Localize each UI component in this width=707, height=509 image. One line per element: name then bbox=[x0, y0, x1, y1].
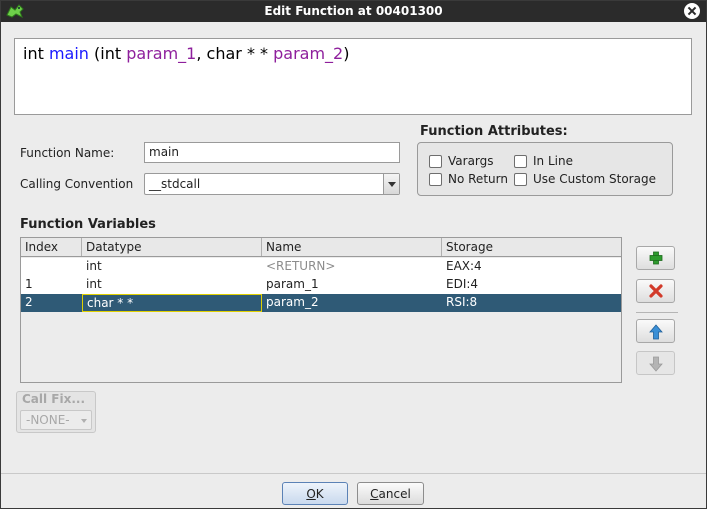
move-down-button[interactable] bbox=[636, 351, 675, 375]
cell-index: 1 bbox=[25, 277, 33, 291]
cell-datatype[interactable]: int bbox=[82, 258, 262, 276]
function-name-label: Function Name: bbox=[20, 146, 115, 160]
varargs-checkbox[interactable]: Varargs bbox=[429, 154, 494, 168]
edit-function-dialog: Edit Function at 00401300 int main (int … bbox=[0, 0, 707, 509]
call-fixup-title: Call Fix... bbox=[22, 392, 86, 406]
cell-storage: RSI:8 bbox=[446, 295, 478, 309]
no-return-checkbox-box[interactable] bbox=[429, 172, 442, 186]
signature-close-paren: ) bbox=[343, 44, 350, 63]
table-row[interactable]: int <RETURN> EAX:4 bbox=[21, 258, 621, 276]
button-separator bbox=[636, 312, 678, 313]
inline-checkbox-box[interactable] bbox=[514, 154, 527, 168]
inline-checkbox[interactable]: In Line bbox=[514, 154, 573, 168]
signature-editor[interactable]: int main (int param_1, char * * param_2) bbox=[14, 38, 692, 115]
chevron-down-icon[interactable] bbox=[383, 174, 399, 194]
cell-index: 2 bbox=[25, 295, 33, 309]
custom-storage-checkbox[interactable]: Use Custom Storage bbox=[514, 172, 656, 186]
add-variable-button[interactable] bbox=[636, 246, 675, 270]
cell-storage: EDI:4 bbox=[446, 277, 479, 291]
varargs-label: Varargs bbox=[448, 154, 494, 168]
plus-icon bbox=[649, 251, 663, 265]
bottom-divider bbox=[1, 473, 706, 474]
ok-button[interactable]: OK bbox=[282, 482, 348, 505]
cell-index bbox=[21, 258, 82, 276]
signature-comma: , bbox=[196, 44, 202, 63]
cell-name: <RETURN> bbox=[266, 259, 336, 273]
signature-param1-name: param_1 bbox=[126, 44, 197, 63]
table-row[interactable]: 1 int param_1 EDI:4 bbox=[21, 276, 621, 294]
function-name-input[interactable]: main bbox=[144, 142, 400, 163]
calling-convention-select[interactable]: __stdcall bbox=[144, 173, 400, 195]
cancel-button[interactable]: Cancel bbox=[357, 482, 424, 505]
no-return-checkbox[interactable]: No Return bbox=[429, 172, 508, 186]
custom-storage-label: Use Custom Storage bbox=[533, 172, 656, 186]
window-title: Edit Function at 00401300 bbox=[264, 4, 443, 18]
ok-mnemonic: O bbox=[306, 487, 316, 501]
close-icon[interactable] bbox=[684, 3, 700, 19]
move-up-button[interactable] bbox=[636, 319, 675, 343]
ok-label-rest: K bbox=[315, 487, 324, 501]
arrow-up-icon bbox=[649, 324, 663, 340]
signature-param2-type: char * * bbox=[206, 44, 269, 63]
cell-name[interactable]: param_2 bbox=[262, 294, 442, 312]
signature-param1-type: int bbox=[100, 44, 122, 63]
function-variables-title: Function Variables bbox=[20, 217, 156, 232]
title-bar: Edit Function at 00401300 bbox=[1, 1, 706, 22]
call-fixup-select[interactable]: -NONE- bbox=[20, 410, 92, 430]
x-delete-icon bbox=[649, 284, 663, 298]
call-fixup-panel: Call Fix... -NONE- bbox=[16, 391, 96, 433]
signature-function-name: main bbox=[48, 44, 89, 63]
cell-storage: EAX:4 bbox=[446, 259, 482, 273]
function-variables-table: Index Datatype Name Storage int <RETURN>… bbox=[20, 237, 622, 383]
varargs-checkbox-box[interactable] bbox=[429, 154, 442, 168]
function-attributes-panel: Varargs In Line No Return Use Custom Sto… bbox=[417, 142, 673, 196]
inline-label: In Line bbox=[533, 154, 573, 168]
table-header: Index Datatype Name Storage bbox=[21, 238, 621, 257]
arrow-down-icon bbox=[649, 356, 663, 372]
cancel-label-rest: ancel bbox=[378, 487, 411, 501]
signature-param2-name: param_2 bbox=[273, 44, 344, 63]
no-return-label: No Return bbox=[448, 172, 508, 186]
column-header-name[interactable]: Name bbox=[262, 238, 442, 256]
function-attributes-title: Function Attributes: bbox=[420, 124, 568, 139]
table-row-selected[interactable]: 2 char * * param_2 RSI:8 bbox=[21, 294, 621, 312]
calling-convention-label: Calling Convention bbox=[20, 177, 134, 191]
cell-datatype[interactable]: int bbox=[82, 276, 262, 294]
column-header-storage[interactable]: Storage bbox=[442, 238, 621, 256]
column-header-datatype[interactable]: Datatype bbox=[82, 238, 262, 256]
remove-variable-button[interactable] bbox=[636, 279, 675, 303]
column-header-index[interactable]: Index bbox=[21, 238, 82, 256]
cell-datatype-editing[interactable]: char * * bbox=[82, 294, 262, 312]
signature-return-type: int bbox=[23, 44, 44, 63]
cell-name[interactable]: param_1 bbox=[262, 276, 442, 294]
cancel-mnemonic: C bbox=[370, 487, 379, 501]
calling-convention-value: __stdcall bbox=[149, 177, 201, 191]
custom-storage-checkbox-box[interactable] bbox=[514, 172, 527, 186]
